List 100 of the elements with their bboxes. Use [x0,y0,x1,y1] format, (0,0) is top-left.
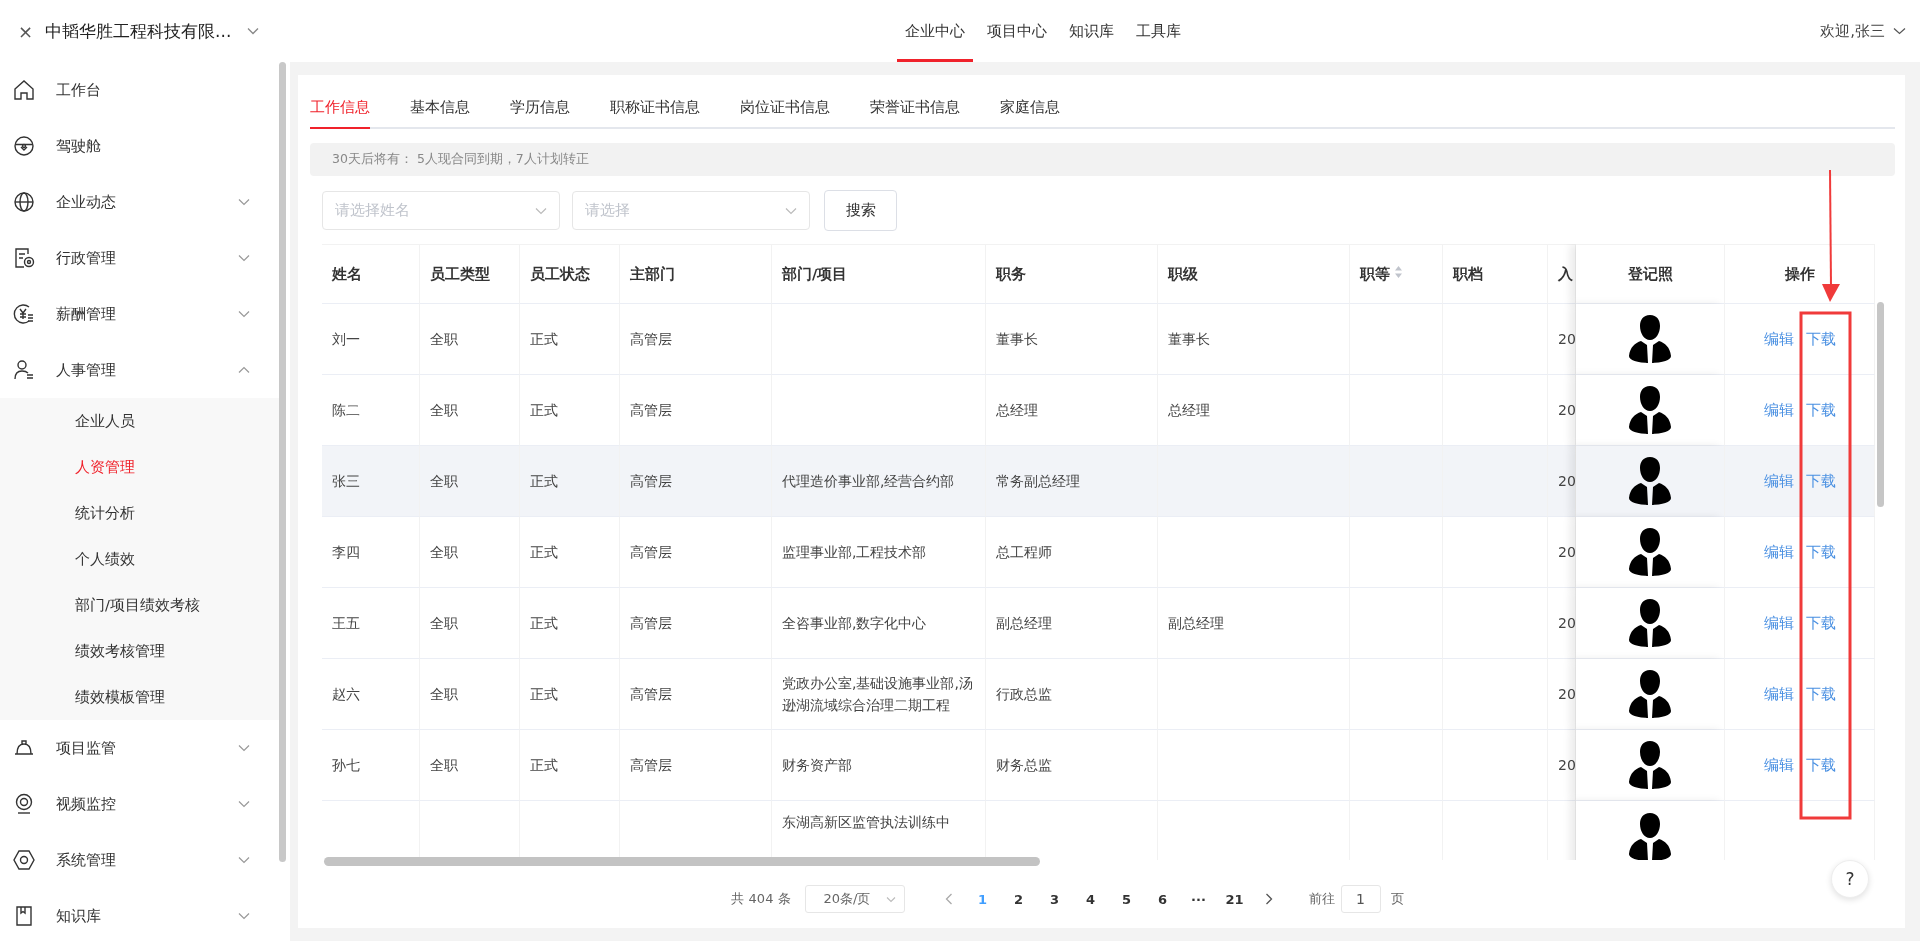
table-cell: 20 [1548,588,1576,659]
menu-item[interactable]: 驾驶舱 [0,118,280,174]
submenu-item[interactable]: 绩效模板管理 [0,674,280,720]
yen-coin-icon [12,302,36,326]
scrollbar-thumb[interactable] [324,857,1040,866]
chevron-icon [785,206,797,215]
submenu-item[interactable]: 企业人员 [0,398,280,444]
table-cell: 20 [1548,730,1576,801]
submenu-item[interactable]: 个人绩效 [0,536,280,582]
page-number[interactable]: ··· [1180,891,1217,907]
tab[interactable]: 工作信息 [310,98,370,129]
submenu-item[interactable]: 部门/项目绩效考核 [0,582,280,628]
page-number[interactable]: 2 [1000,891,1037,907]
column-header: 职档 [1453,264,1483,284]
page-input[interactable]: 1 [1340,885,1381,913]
menu-item[interactable]: 薪酬管理 [0,286,280,342]
tab[interactable]: 家庭信息 [1000,98,1060,129]
document-gear-icon [12,246,36,270]
tab[interactable]: 基本信息 [410,98,470,129]
table-cell: 正式 [520,659,620,730]
table-cell: 高管层 [620,517,772,588]
page-unit: 页 [1390,890,1404,908]
column-header: 登记照 [1576,244,1725,304]
sort-icon[interactable] [1394,265,1403,279]
steering-wheel-icon [12,134,36,158]
page-number[interactable]: 3 [1036,891,1073,907]
chevron-icon [238,198,250,206]
column-header: 员工类型 [430,264,490,284]
chevron-icon [1893,27,1906,35]
nav-tab[interactable]: 企业中心 [897,0,973,62]
table-cell: 正式 [520,446,620,517]
table-cell: 高管层 [620,730,772,801]
goto-label: 前往 [1308,890,1335,908]
column-header: 姓名 [332,264,362,284]
nav-tab[interactable]: 工具库 [1128,0,1189,62]
user-silhouette-icon [1628,739,1672,791]
table-cell: 财务资产部 [772,730,986,801]
page-number[interactable]: 21 [1216,891,1253,907]
page-size-select[interactable]: 20条/页 [804,885,905,913]
table-cell: 20 [1548,446,1576,517]
table-cell: 高管层 [620,304,772,375]
menu-item[interactable]: 企业动态 [0,174,280,230]
total-count: 共 404 条 [731,890,791,908]
page-number[interactable]: 5 [1108,891,1145,907]
column-header: 员工状态 [530,264,590,284]
nav-tab[interactable]: 项目中心 [979,0,1055,62]
caret-icon[interactable] [247,27,260,35]
menu-item[interactable]: 行政管理 [0,230,280,286]
menu-item[interactable]: 项目监管 [0,720,280,776]
user-silhouette-icon [1628,313,1672,365]
close-button[interactable]: × [18,20,34,42]
scrollbar-thumb[interactable] [1877,302,1884,507]
table-cell: 高管层 [620,588,772,659]
previous-page-icon[interactable] [944,893,953,905]
notice-bar: 30天后将有： 5人现合同到期，7人计划转正 [310,143,1895,176]
table-cell: 20 [1548,659,1576,730]
help-button[interactable]: ? [1831,860,1869,898]
table-cell: 行政总监 [986,659,1158,730]
table-cell: 全咨事业部,数字化中心 [772,588,986,659]
column-header: 部门/项目 [782,264,848,284]
chevron-icon [535,206,547,215]
table-cell: 财务总监 [986,730,1158,801]
user-silhouette-icon [1628,668,1672,720]
next-page-icon[interactable] [1264,893,1273,905]
submenu-item[interactable]: 统计分析 [0,490,280,536]
chevron-icon [238,912,250,920]
user-menu[interactable]: 欢迎,张三 [1820,21,1920,41]
column-header: 操作 [1725,244,1875,304]
menu-item[interactable]: 工作台 [0,62,280,118]
menu-item[interactable]: 视频监控 [0,776,280,832]
nav-tab[interactable]: 知识库 [1061,0,1122,62]
chevron-icon [238,366,250,374]
table-cell: 高管层 [620,659,772,730]
page-number[interactable]: 6 [1144,891,1181,907]
tab[interactable]: 岗位证书信息 [740,98,830,129]
chevron-icon [238,254,250,262]
table-cell: 副总经理 [986,588,1158,659]
submenu-item[interactable]: 绩效考核管理 [0,628,280,674]
table-cell: 李四 [322,517,420,588]
user-silhouette-icon [1628,811,1672,860]
search-button[interactable]: 搜索 [824,190,897,231]
table-cell: 张三 [322,446,420,517]
table-cell: 正式 [520,375,620,446]
home-icon [12,78,36,102]
table-cell: 总工程师 [986,517,1158,588]
table-cell: 总经理 [986,375,1158,446]
tab[interactable]: 学历信息 [510,98,570,129]
tab[interactable]: 荣誉证书信息 [870,98,960,129]
scrollbar[interactable] [279,62,286,862]
column-header: 入 [1558,264,1573,284]
menu-item[interactable]: 人事管理 [0,342,280,398]
column-header: 职级 [1168,264,1198,284]
menu-item[interactable]: 系统管理 [0,832,280,888]
table-cell: 常务副总经理 [986,446,1158,517]
tab[interactable]: 职称证书信息 [610,98,700,129]
hexagon-icon [12,848,36,872]
submenu-item[interactable]: 人资管理 [0,444,280,490]
page-number[interactable]: 4 [1072,891,1109,907]
company-name: 中韬华胜工程科技有限... [45,19,232,43]
menu-item[interactable]: 知识库 [0,888,280,941]
